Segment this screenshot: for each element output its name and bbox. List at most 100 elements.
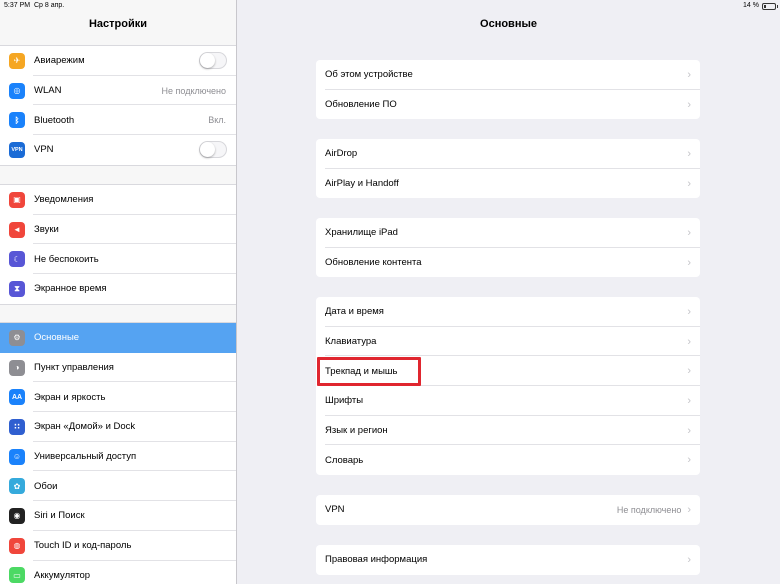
sidebar-item-label: WLAN [34,85,62,97]
sidebar-item-экран-домой-и-dock[interactable]: ∷ Экран «Домой» и Dock [0,412,236,442]
settings-row-label: Словарь [325,454,364,466]
settings-row-хранилище-ipad[interactable]: Хранилище iPad › [316,218,700,248]
sidebar-item-универсальный-доступ[interactable]: ☺ Универсальный доступ [0,442,236,472]
gear-icon: ⚙ [9,329,25,346]
settings-row-vpn[interactable]: VPN Не подключено › [316,495,700,525]
sidebar-item-обои[interactable]: ✿ Обои [0,471,236,501]
chevron-right-icon: › [687,335,691,348]
sidebar-item-label: Универсальный доступ [34,451,137,463]
settings-group: Правовая информация › [316,545,700,575]
chevron-right-icon: › [687,68,691,81]
settings-row-label: Хранилище iPad [325,227,398,239]
авиарежим-toggle[interactable] [199,52,227,70]
sidebar-item-label: Bluetooth [34,114,75,126]
battery-indicator-icon [762,2,778,10]
settings-group: VPN Не подключено › [316,495,700,525]
hourglass-icon: ⧗ [9,280,25,297]
sidebar-item-пункт-управления[interactable]: ◑ Пункт управления [0,353,236,383]
toggle-knob [200,53,215,69]
chevron-right-icon: › [687,553,691,566]
chevron-right-icon: › [687,147,691,160]
vpn-icon: VPN [9,141,25,158]
sidebar-item-не-беспокоить[interactable]: ☾ Не беспокоить [0,244,236,274]
chevron-right-icon: › [687,394,691,407]
status-battery: 14 % [743,0,778,12]
sidebar-item-основные[interactable]: ⚙ Основные [0,323,236,353]
touch-id-icon: ◍ [9,537,25,554]
chevron-right-icon: › [687,424,691,437]
chevron-right-icon: › [687,226,691,239]
sidebar-item-экран-и-яркость[interactable]: AA Экран и яркость [0,382,236,412]
sounds-icon: ◄ [9,221,25,238]
moon-icon: ☾ [9,251,25,268]
settings-row-об-этом-устройстве[interactable]: Об этом устройстве › [316,60,700,90]
settings-row-шрифты[interactable]: Шрифты › [316,386,700,416]
sidebar-item-label: Уведомления [34,194,94,206]
settings-row-клавиатура[interactable]: Клавиатура › [316,327,700,357]
sidebar-item-vpn[interactable]: VPN VPN [0,135,236,165]
sidebar-item-label: Экран «Домой» и Dock [34,421,136,433]
sidebar-group: ⚙ Основные ◑ Пункт управления AA Экран и ярко… [0,322,236,584]
sidebar-item-label: Siri и Поиск [34,510,85,522]
status-time-date: 5:37 PM Ср 8 апр. [4,0,64,12]
settings-row-label: Обновление ПО [325,99,397,111]
sidebar-title: Настройки [88,18,148,30]
display-icon: AA [9,389,25,406]
control-center-icon: ◑ [9,359,25,376]
sidebar-item-label: Аккумулятор [34,569,91,581]
sidebar-item-label: Авиарежим [34,55,85,67]
home-screen-icon: ∷ [9,418,25,435]
chevron-right-icon: › [687,98,691,111]
settings-row-трекпад-и-мышь[interactable]: Трекпад и мышь › [316,356,700,386]
bluetooth-icon: ᛒ [9,112,25,129]
settings-row-дата-и-время[interactable]: Дата и время › [316,297,700,327]
accessibility-icon: ☺ [9,448,25,465]
sidebar-item-bluetooth[interactable]: ᛒ Bluetooth Вкл. [0,105,236,135]
settings-row-label: Трекпад и мышь [325,365,398,377]
settings-row-airplay-и-handoff[interactable]: AirPlay и Handoff › [316,169,700,199]
chevron-right-icon: › [687,365,691,378]
sidebar-item-label: Пункт управления [34,362,114,374]
settings-row-label: Клавиатура [325,336,377,348]
sidebar-item-label: VPN [34,144,54,156]
settings-row-airdrop[interactable]: AirDrop › [316,139,700,169]
general-settings-panel: Основные Об этом устройстве › Обновление П… [237,0,780,584]
settings-group: Дата и время › Клавиатура › Трекпад и мышь › Ш… [316,297,700,476]
sidebar-item-label: Звуки [34,224,59,236]
settings-row-value: Не подключено [616,504,682,515]
settings-row-label: Об этом устройстве [325,69,413,81]
sidebar-item-аккумулятор[interactable]: ▭ Аккумулятор [0,561,236,584]
status-date: Ср 8 апр. [33,2,65,9]
settings-row-язык-и-регион[interactable]: Язык и регион › [316,416,700,446]
sidebar-item-авиарежим[interactable]: ✈ Авиарежим [0,46,236,76]
wifi-icon: ◎ [9,82,25,99]
sidebar-item-value: Не подключено [161,85,226,96]
page-title: Основные [480,18,537,30]
settings-row-обновление-контента[interactable]: Обновление контента › [316,248,700,278]
sidebar-item-touch-id-и-код-пароль[interactable]: ◍ Touch ID и код-пароль [0,531,236,561]
notifications-icon: ▣ [9,191,25,208]
settings-group: Об этом устройстве › Обновление ПО › [316,60,700,120]
settings-row-обновление-по[interactable]: Обновление ПО › [316,90,700,120]
settings-group: AirDrop › AirPlay и Handoff › [316,139,700,199]
sidebar-item-label: Не беспокоить [34,253,99,265]
settings-row-label: Язык и регион [325,425,388,437]
sidebar-group: ✈ Авиарежим ◎ WLAN Не подключено ᛒ Bluetooth Вк… [0,45,236,166]
settings-row-label: AirPlay и Handoff [325,178,399,190]
sidebar-item-звуки[interactable]: ◄ Звуки [0,215,236,245]
settings-row-label: Шрифты [325,395,364,407]
sidebar-item-экранное-время[interactable]: ⧗ Экранное время [0,274,236,304]
sidebar-item-wlan[interactable]: ◎ WLAN Не подключено [0,76,236,106]
battery-icon: ▭ [9,567,25,584]
battery-percent: 14 % [743,2,759,9]
sidebar-item-label: Основные [34,332,80,344]
settings-row-словарь[interactable]: Словарь › [316,445,700,475]
sidebar-group: ▣ Уведомления ◄ Звуки ☾ Не беспокоить ⧗ Экранно… [0,184,236,305]
chevron-right-icon: › [687,503,691,516]
vpn-toggle[interactable] [199,141,227,159]
settings-row-правовая-информация[interactable]: Правовая информация › [316,545,700,575]
settings-row-label: VPN [325,504,345,516]
sidebar-item-уведомления[interactable]: ▣ Уведомления [0,185,236,215]
sidebar-item-label: Touch ID и код-пароль [34,540,132,552]
sidebar-item-siri-и-поиск[interactable]: ◉ Siri и Поиск [0,501,236,531]
